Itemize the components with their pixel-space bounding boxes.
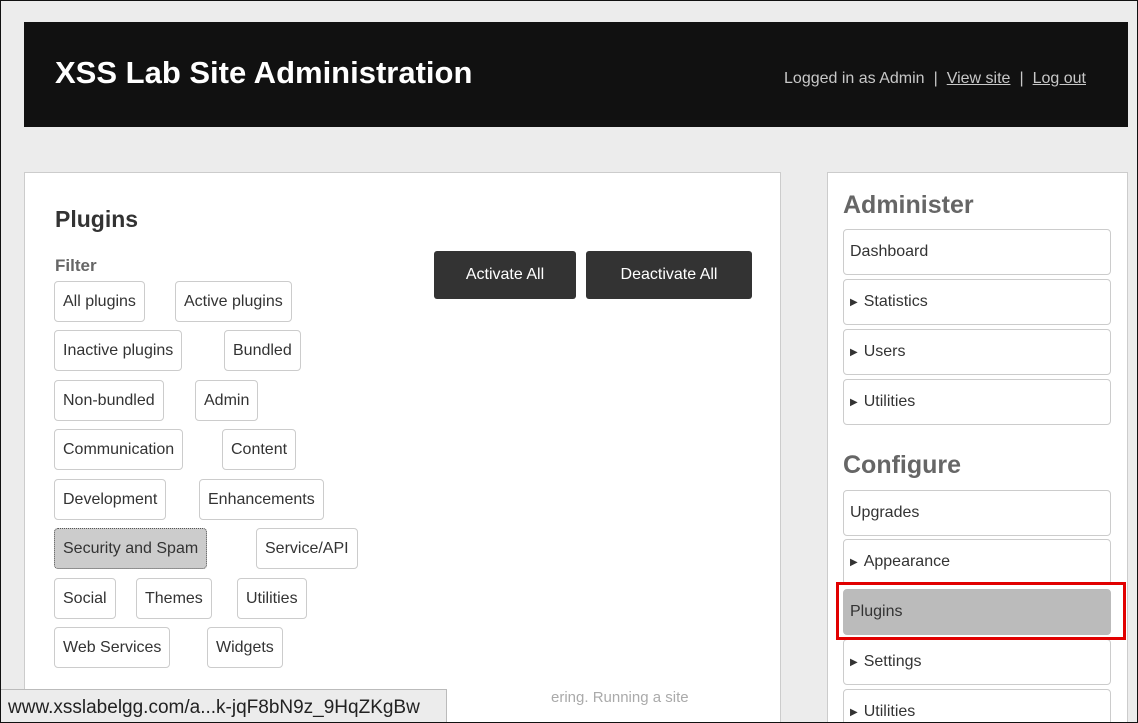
- separator: |: [1019, 70, 1024, 87]
- expand-arrow-icon: ▶: [850, 707, 858, 718]
- sidebar-item-dashboard[interactable]: Dashboard: [843, 229, 1111, 275]
- sidebar-item-settings[interactable]: ▶ Settings: [843, 639, 1111, 685]
- filter-social[interactable]: Social: [54, 578, 116, 619]
- filter-communication[interactable]: Communication: [54, 429, 184, 470]
- filter-non-bundled[interactable]: Non-bundled: [54, 380, 164, 421]
- status-bar-url: www.xsslabelgg.com/a...k-jqF8bN9z_9HqZKg…: [1, 689, 447, 722]
- filter-admin[interactable]: Admin: [195, 380, 259, 421]
- admin-sidebar: Administer Dashboard ▶ Statistics ▶ Users …: [827, 172, 1128, 722]
- site-title: XSS Lab Site Administration: [55, 55, 473, 90]
- admin-header: XSS Lab Site Administration Logged in as…: [24, 22, 1128, 127]
- filter-enhancements[interactable]: Enhancements: [199, 479, 324, 520]
- configure-heading: Configure: [843, 451, 962, 479]
- panel-clip: Plugins Filter Activate All Deactivate A…: [25, 173, 782, 722]
- filter-service-api[interactable]: Service/API: [256, 528, 358, 569]
- deactivate-all-button[interactable]: Deactivate All: [586, 251, 752, 299]
- logged-in-text: Logged in as Admin: [784, 70, 925, 87]
- filter-active-plugins[interactable]: Active plugins: [175, 281, 292, 322]
- sidebar-item-label: Settings: [863, 653, 922, 670]
- sidebar-item-administer-utilities[interactable]: ▶ Utilities: [843, 379, 1111, 425]
- sidebar-item-label: Utilities: [863, 703, 916, 720]
- view-site-link[interactable]: View site: [947, 70, 1011, 87]
- filter-all-plugins[interactable]: All plugins: [54, 281, 145, 322]
- filter-label: Filter: [55, 256, 97, 275]
- sidebar-item-label: Dashboard: [850, 243, 929, 260]
- sidebar-item-label: Appearance: [863, 553, 950, 570]
- page-title: Plugins: [55, 206, 139, 232]
- plugins-panel: Plugins Filter Activate All Deactivate A…: [24, 172, 782, 722]
- activate-all-button[interactable]: Activate All: [434, 251, 576, 299]
- filter-web-services[interactable]: Web Services: [54, 627, 171, 668]
- browser-viewport: XSS Lab Site Administration Logged in as…: [0, 0, 1138, 723]
- sidebar-item-configure-utilities[interactable]: ▶ Utilities: [843, 689, 1111, 722]
- sidebar-item-label: Users: [863, 343, 906, 360]
- filter-development[interactable]: Development: [54, 479, 167, 520]
- sidebar-item-upgrades[interactable]: Upgrades: [843, 490, 1111, 536]
- separator: |: [933, 70, 938, 87]
- sidebar-item-users[interactable]: ▶ Users: [843, 329, 1111, 375]
- plugin-notice-text: ering. Running a site: [551, 689, 689, 706]
- filter-themes[interactable]: Themes: [136, 578, 212, 619]
- sidebar-item-label: Statistics: [863, 293, 928, 310]
- expand-arrow-icon: ▶: [850, 557, 858, 568]
- administer-heading: Administer: [843, 191, 974, 219]
- sidebar-item-label: Upgrades: [850, 504, 920, 521]
- sidebar-item-statistics[interactable]: ▶ Statistics: [843, 279, 1111, 325]
- expand-arrow-icon: ▶: [850, 347, 858, 358]
- sidebar-item-appearance[interactable]: ▶ Appearance: [843, 539, 1111, 585]
- filter-security-and-spam[interactable]: Security and Spam: [54, 528, 208, 569]
- expand-arrow-icon: ▶: [850, 397, 858, 408]
- sidebar-item-label: Utilities: [863, 393, 916, 410]
- filter-bundled[interactable]: Bundled: [224, 330, 301, 371]
- expand-arrow-icon: ▶: [850, 657, 858, 668]
- log-out-link[interactable]: Log out: [1033, 70, 1086, 87]
- filter-widgets[interactable]: Widgets: [207, 627, 283, 668]
- user-bar: Logged in as Admin | View site | Log out: [784, 70, 1086, 88]
- expand-arrow-icon: ▶: [850, 297, 858, 308]
- filter-content[interactable]: Content: [222, 429, 297, 470]
- filter-utilities[interactable]: Utilities: [237, 578, 307, 619]
- filter-inactive-plugins[interactable]: Inactive plugins: [54, 330, 183, 371]
- plugins-highlight-box: [836, 582, 1126, 640]
